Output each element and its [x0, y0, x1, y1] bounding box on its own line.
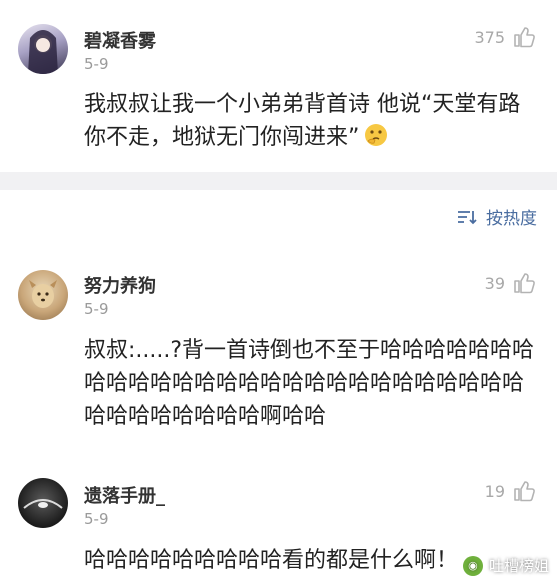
comment-text: 叔叔:.....?背一首诗倒也不至于哈哈哈哈哈哈哈哈哈哈哈哈哈哈哈哈哈哈哈哈哈哈…: [84, 338, 535, 429]
thumbs-up-icon: [514, 27, 535, 48]
watermark-label: 吐槽榜姐: [488, 557, 549, 575]
sort-toggle[interactable]: 按热度: [456, 204, 537, 229]
sort-label: 按热度: [486, 209, 537, 229]
comment-date: 5-9: [84, 510, 109, 528]
comment-item: 努力养狗 5-9 39 叔叔:.....?背一首诗倒也不至于哈哈哈哈哈哈哈哈哈哈…: [0, 250, 557, 450]
sort-icon: [458, 210, 477, 224]
thumbs-up-icon: [514, 481, 535, 502]
comment-text-content: 我叔叔让我一个小弟弟背首诗 他说“天堂有路你不走，地狱无门你闯进来”: [84, 92, 521, 150]
thinking-face-icon: [365, 124, 388, 146]
thumbs-up-icon: [514, 273, 535, 294]
username[interactable]: 努力养狗: [84, 272, 156, 298]
section-divider: [0, 172, 557, 190]
like-button[interactable]: 19: [485, 478, 537, 504]
like-count: 19: [484, 481, 505, 501]
like-count: 39: [484, 273, 505, 293]
avatar[interactable]: [18, 478, 68, 528]
watermark: ◉ 吐槽榜姐: [462, 555, 549, 576]
comment-date: 5-9: [84, 300, 109, 318]
username[interactable]: 遗落手册_: [84, 482, 165, 508]
comment-item: 碧凝香雾 5-9 375 我叔叔让我一个小弟弟背首诗 他说“天堂有路你不走，地狱…: [0, 0, 557, 172]
watermark-logo-icon: ◉: [462, 555, 483, 576]
comment-date: 5-9: [84, 55, 109, 73]
username[interactable]: 碧凝香雾: [84, 27, 156, 53]
comment-text: 我叔叔让我一个小弟弟背首诗 他说“天堂有路你不走，地狱无门你闯进来”: [84, 88, 536, 154]
avatar[interactable]: [18, 270, 68, 320]
like-button[interactable]: 375: [474, 24, 537, 50]
like-count: 375: [474, 27, 505, 47]
like-button[interactable]: 39: [485, 270, 537, 296]
avatar[interactable]: [18, 24, 68, 74]
